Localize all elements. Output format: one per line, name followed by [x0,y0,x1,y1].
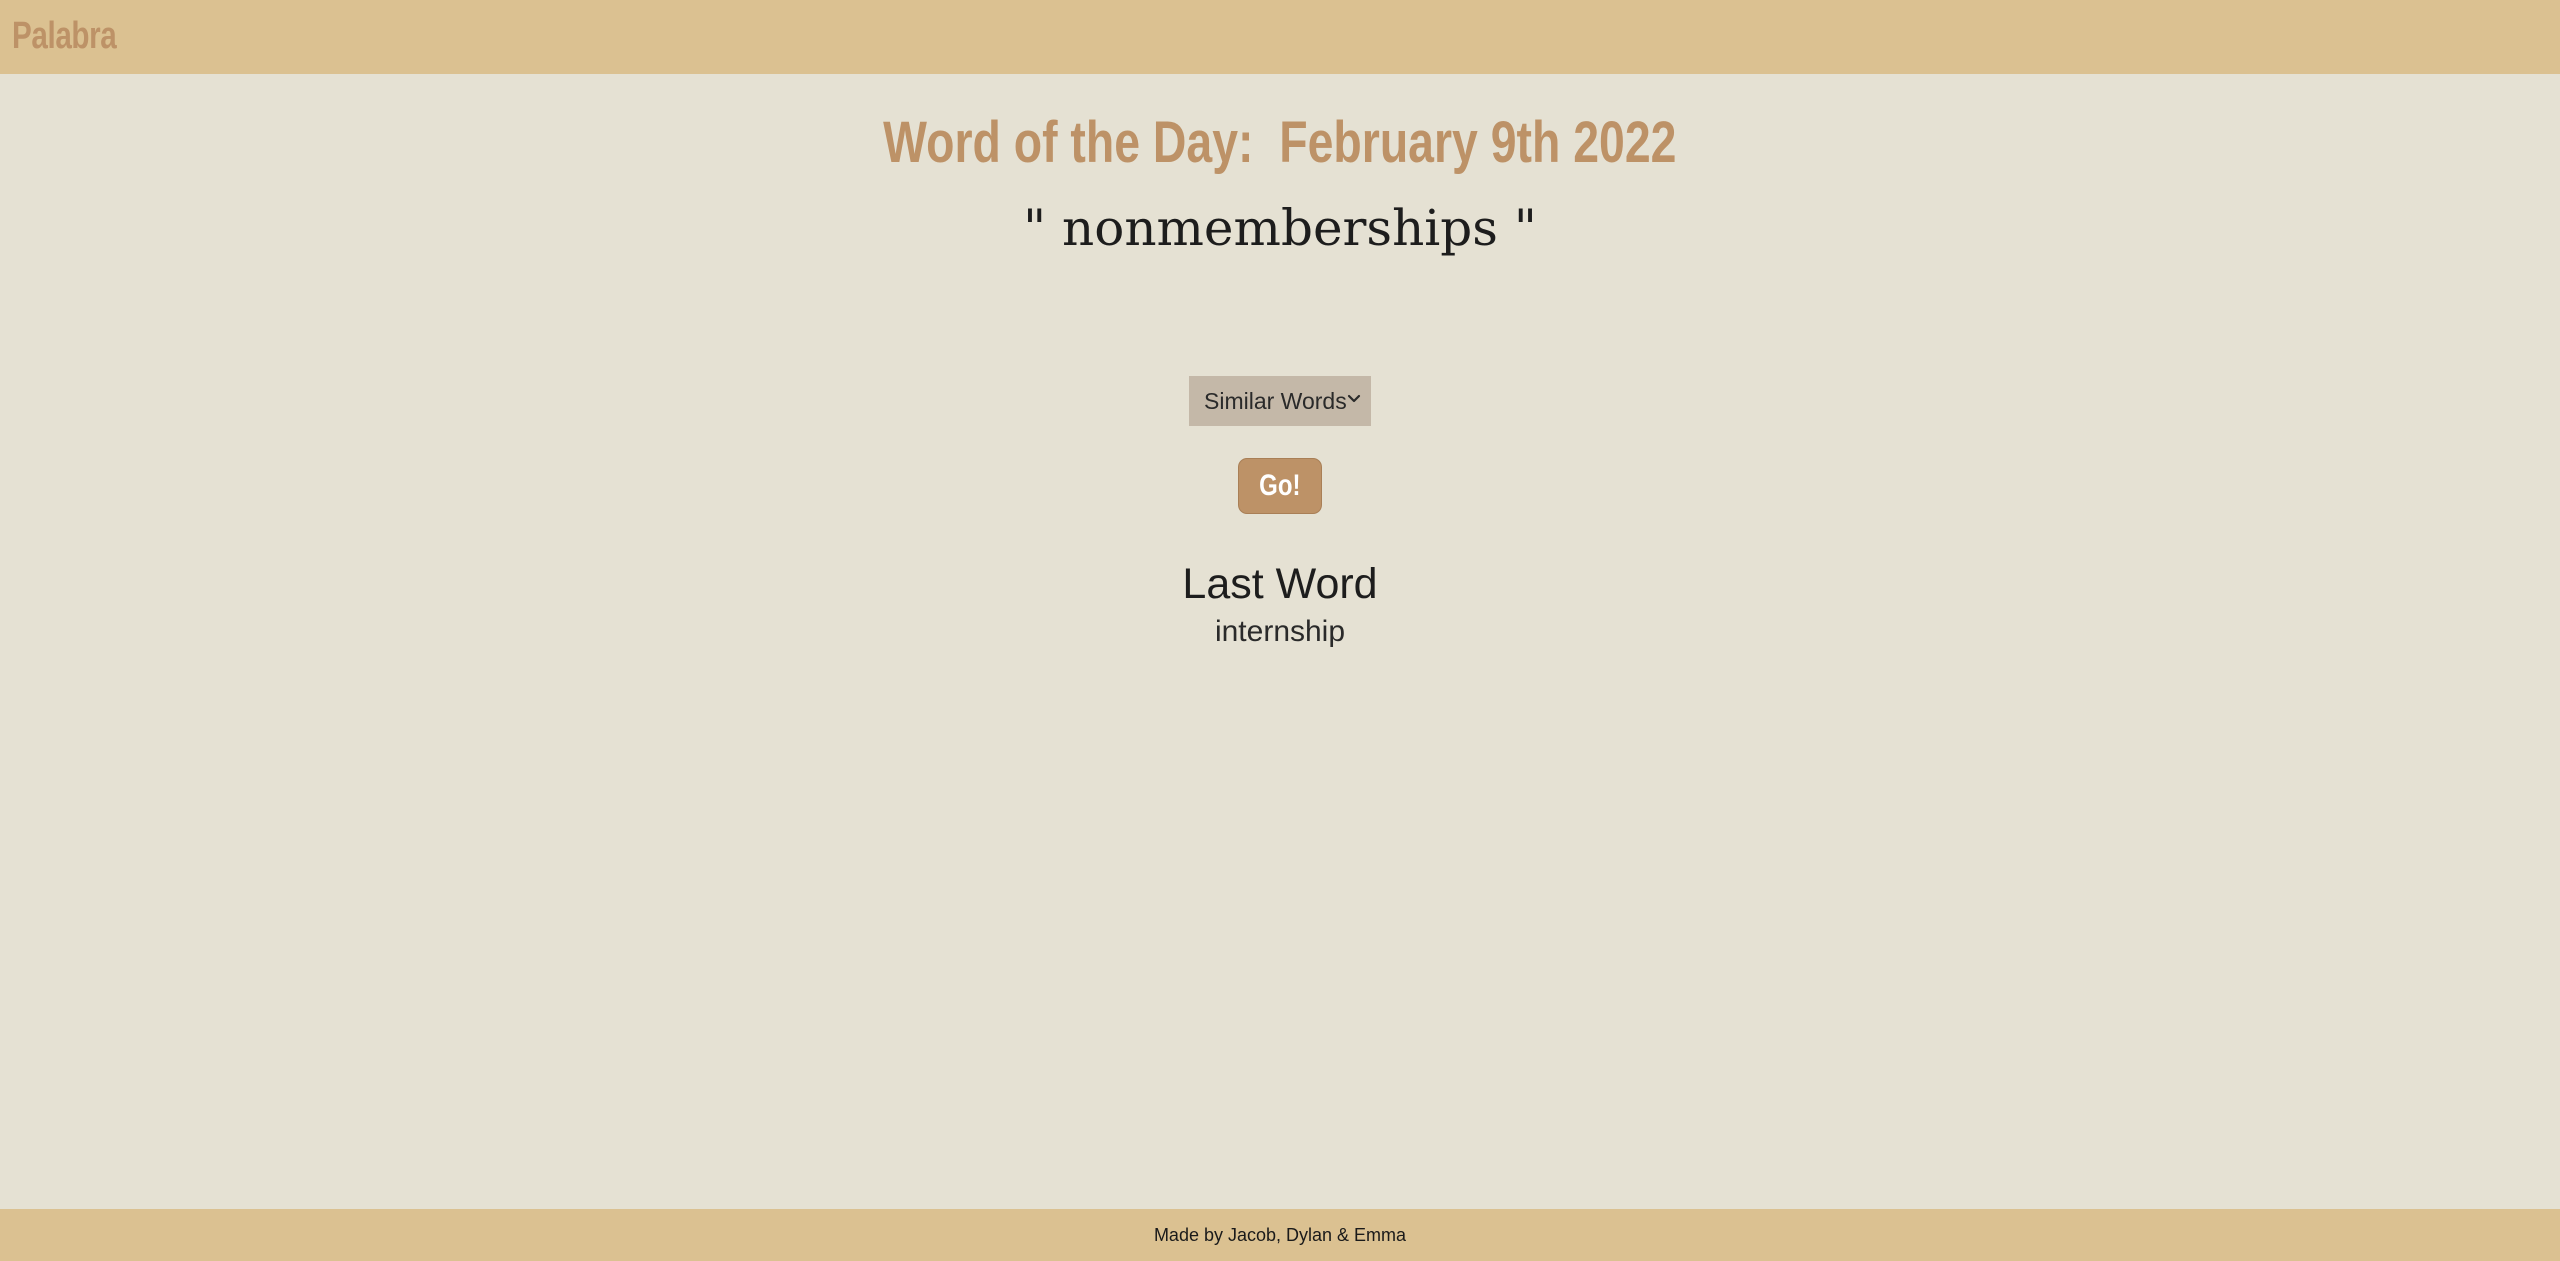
brand-logo[interactable]: Palabra [12,12,117,60]
word-of-day-heading-text: Word of the Day: February 9th 2022 [883,110,1677,175]
word-option-selected-value: Similar Words [1204,387,1347,414]
word-option-select[interactable]: Similar Words [1189,376,1371,426]
chevron-down-icon [1347,394,1361,403]
go-button-label: Go! [1259,469,1301,502]
last-word-heading: Last Word [1182,560,1378,608]
footer: Made by Jacob, Dylan & Emma [0,1209,2560,1261]
top-navbar: Palabra [0,0,2560,74]
daily-word: " nonmemberships " [1023,199,1537,257]
footer-credit: Made by Jacob, Dylan & Emma [1153,1224,1407,1245]
word-of-day-heading: Word of the Day: February 9th 2022 [0,108,2560,178]
last-word-value: internship [1214,615,1346,648]
page: Palabra Word of the Day: February 9th 20… [0,0,2560,1261]
go-button[interactable]: Go! [1238,458,1322,514]
